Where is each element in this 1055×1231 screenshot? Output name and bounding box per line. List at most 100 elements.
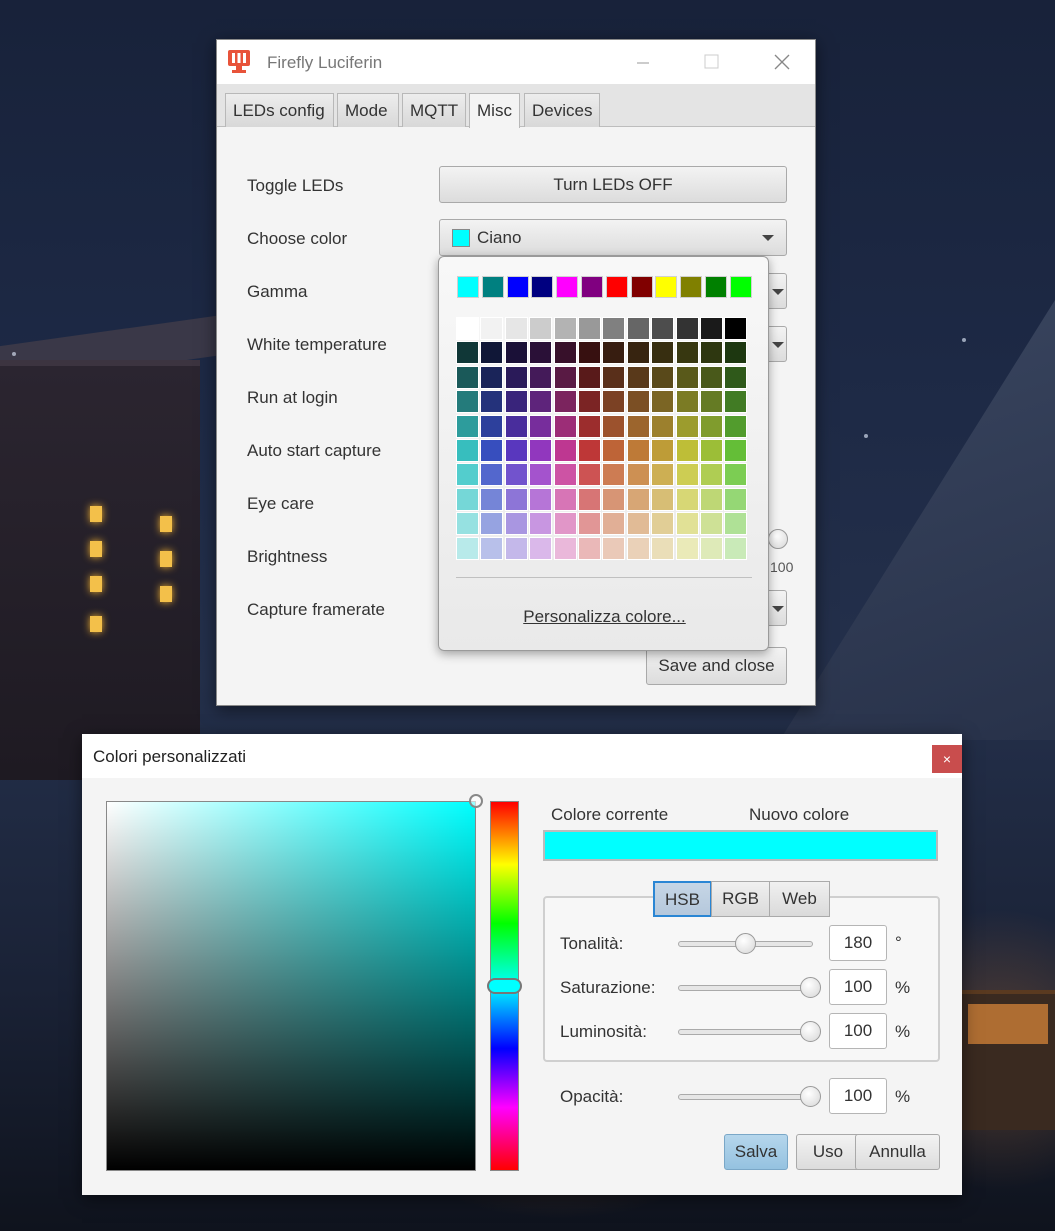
palette-grid-swatch[interactable] [529, 414, 553, 438]
palette-grid-swatch[interactable] [651, 365, 675, 389]
palette-grid-swatch[interactable] [578, 536, 601, 560]
palette-grid-swatch[interactable] [504, 365, 528, 389]
palette-swatch[interactable] [506, 276, 529, 298]
palette-grid-swatch[interactable] [553, 487, 577, 511]
palette-grid-swatch[interactable] [700, 463, 723, 487]
dialog-title-bar[interactable]: Colori personalizzati [82, 734, 962, 778]
palette-grid-swatch[interactable] [578, 463, 601, 487]
tab-leds-config[interactable]: LEDs config [225, 93, 334, 127]
brightness-slider-thumb[interactable] [800, 1021, 821, 1042]
palette-swatch[interactable] [457, 276, 479, 298]
palette-grid-swatch[interactable] [700, 512, 723, 536]
palette-grid-swatch[interactable] [651, 536, 675, 560]
palette-grid-swatch[interactable] [602, 365, 626, 389]
palette-grid-swatch[interactable] [724, 512, 748, 536]
palette-grid-swatch[interactable] [553, 536, 577, 560]
palette-grid-swatch[interactable] [700, 414, 723, 438]
palette-grid-swatch[interactable] [578, 390, 601, 414]
palette-grid-swatch[interactable] [626, 439, 650, 462]
palette-grid-swatch[interactable] [578, 487, 601, 511]
palette-grid-swatch[interactable] [675, 390, 699, 414]
palette-grid-swatch[interactable] [529, 487, 553, 511]
palette-grid-swatch[interactable] [675, 414, 699, 438]
picker-handle[interactable] [469, 794, 483, 808]
palette-grid-swatch[interactable] [675, 487, 699, 511]
palette-grid-swatch[interactable] [504, 536, 528, 560]
palette-grid-swatch[interactable] [602, 512, 626, 536]
palette-swatch[interactable] [705, 276, 727, 298]
palette-grid-swatch[interactable] [529, 463, 553, 487]
palette-grid-swatch[interactable] [456, 463, 479, 487]
palette-grid-swatch[interactable] [504, 463, 528, 487]
palette-grid-swatch[interactable] [651, 463, 675, 487]
palette-grid-swatch[interactable] [626, 512, 650, 536]
saturation-brightness-picker[interactable] [106, 801, 476, 1171]
cancel-button[interactable]: Annulla [855, 1134, 940, 1170]
use-button[interactable]: Uso [796, 1134, 860, 1170]
palette-grid-swatch[interactable] [578, 512, 601, 536]
palette-grid-swatch[interactable] [700, 365, 723, 389]
palette-grid-swatch[interactable] [553, 390, 577, 414]
capture-framerate-combo[interactable] [769, 590, 787, 626]
palette-grid-swatch[interactable] [578, 414, 601, 438]
palette-grid-swatch[interactable] [480, 365, 504, 389]
opacity-slider[interactable] [678, 1094, 813, 1100]
tab-devices[interactable]: Devices [524, 93, 600, 127]
palette-grid-swatch[interactable] [553, 439, 577, 462]
palette-grid-swatch[interactable] [724, 414, 748, 438]
saturation-slider[interactable] [678, 985, 813, 991]
opacity-slider-thumb[interactable] [800, 1086, 821, 1107]
palette-swatch[interactable] [556, 276, 579, 298]
palette-grid-swatch[interactable] [456, 341, 479, 365]
palette-grid-swatch[interactable] [578, 365, 601, 389]
palette-grid-swatch[interactable] [602, 341, 626, 365]
palette-grid-swatch[interactable] [456, 365, 479, 389]
palette-grid-swatch[interactable] [700, 317, 723, 340]
palette-grid-swatch[interactable] [602, 414, 626, 438]
palette-grid-swatch[interactable] [724, 487, 748, 511]
palette-grid-swatch[interactable] [602, 536, 626, 560]
palette-grid-swatch[interactable] [675, 439, 699, 462]
close-button[interactable] [759, 40, 805, 84]
tab-mode[interactable]: Mode [337, 93, 399, 127]
palette-swatch[interactable] [655, 276, 678, 298]
tab-mqtt[interactable]: MQTT [402, 93, 466, 127]
palette-grid-swatch[interactable] [456, 414, 479, 438]
palette-grid-swatch[interactable] [504, 487, 528, 511]
palette-grid-swatch[interactable] [553, 414, 577, 438]
palette-grid-swatch[interactable] [626, 341, 650, 365]
palette-grid-swatch[interactable] [480, 463, 504, 487]
palette-grid-swatch[interactable] [626, 487, 650, 511]
palette-grid-swatch[interactable] [504, 341, 528, 365]
palette-grid-swatch[interactable] [529, 512, 553, 536]
color-combo[interactable]: Ciano [439, 219, 787, 256]
palette-grid-swatch[interactable] [626, 536, 650, 560]
palette-grid-swatch[interactable] [553, 341, 577, 365]
hue-field[interactable]: 180 [829, 925, 887, 961]
palette-grid-swatch[interactable] [480, 536, 504, 560]
palette-grid-swatch[interactable] [651, 414, 675, 438]
palette-grid-swatch[interactable] [675, 341, 699, 365]
palette-grid-swatch[interactable] [480, 390, 504, 414]
title-bar[interactable]: Firefly Luciferin [217, 40, 815, 84]
palette-swatch[interactable] [680, 276, 703, 298]
palette-grid-swatch[interactable] [504, 317, 528, 340]
palette-grid-swatch[interactable] [675, 536, 699, 560]
palette-grid-swatch[interactable] [456, 390, 479, 414]
tab-misc[interactable]: Misc [469, 93, 520, 128]
palette-grid-swatch[interactable] [456, 536, 479, 560]
save-button[interactable]: Salva [724, 1134, 788, 1170]
hue-slider-thumb[interactable] [735, 933, 756, 954]
gamma-combo[interactable] [769, 273, 787, 309]
palette-grid-swatch[interactable] [480, 414, 504, 438]
palette-grid-swatch[interactable] [724, 317, 748, 340]
palette-grid-swatch[interactable] [602, 463, 626, 487]
palette-grid-swatch[interactable] [675, 365, 699, 389]
palette-grid-swatch[interactable] [724, 365, 748, 389]
palette-grid-swatch[interactable] [724, 390, 748, 414]
brightness-slider-thumb[interactable] [768, 529, 788, 549]
palette-swatch[interactable] [630, 276, 653, 298]
palette-grid-swatch[interactable] [602, 487, 626, 511]
palette-grid-swatch[interactable] [480, 512, 504, 536]
palette-swatch[interactable] [605, 276, 628, 298]
